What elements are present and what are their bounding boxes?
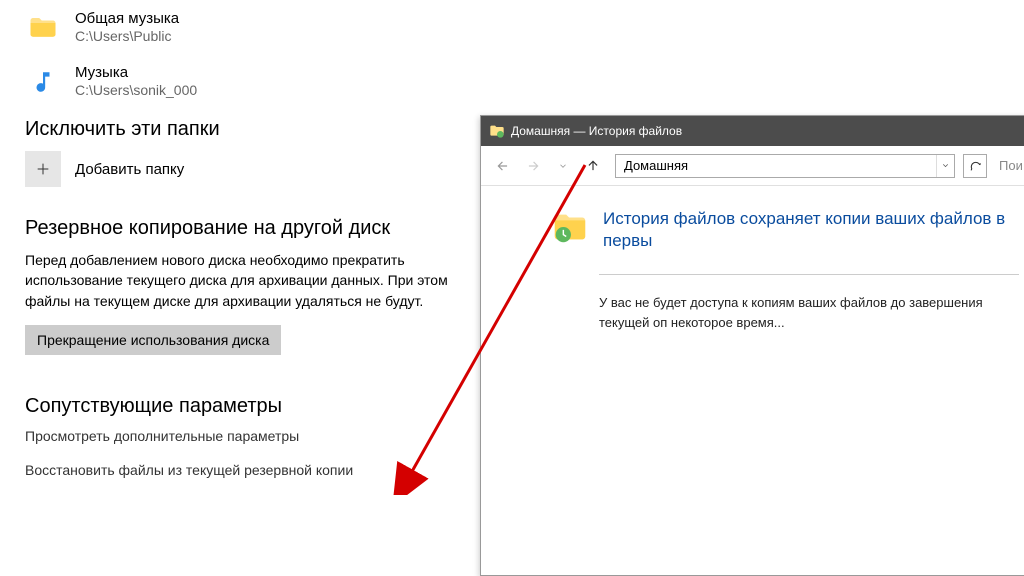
folder-path: C:\Users\Public <box>75 28 179 44</box>
nav-forward-button[interactable] <box>519 152 547 180</box>
exclude-title: Исключить эти папки <box>25 118 485 141</box>
backup-desc: Перед добавлением нового диска необходим… <box>25 250 485 311</box>
file-history-window: Домашняя — История файлов Домашняя Пои <box>480 115 1024 576</box>
folder-name: Музыка <box>75 64 197 81</box>
window-icon <box>489 123 505 139</box>
toolbar: Домашняя Пои <box>481 146 1024 186</box>
file-history-icon <box>551 208 589 246</box>
folder-path: C:\Users\sonik_000 <box>75 82 197 98</box>
backup-title: Резервное копирование на другой диск <box>25 217 485 240</box>
stop-using-disk-button[interactable]: Прекращение использования диска <box>25 325 281 355</box>
nav-recent-dropdown[interactable] <box>549 152 577 180</box>
window-titlebar[interactable]: Домашняя — История файлов <box>481 116 1024 146</box>
add-folder-label: Добавить папку <box>75 161 184 178</box>
window-title: Домашняя — История файлов <box>511 124 682 138</box>
view-advanced-link[interactable]: Просмотреть дополнительные параметры <box>25 428 485 444</box>
address-bar[interactable]: Домашняя <box>615 154 955 178</box>
file-history-message: У вас не будет доступа к копиям ваших фа… <box>599 293 1019 332</box>
related-title: Сопутствующие параметры <box>25 395 485 418</box>
nav-up-button[interactable] <box>579 152 607 180</box>
search-input[interactable]: Пои <box>995 154 1024 178</box>
address-dropdown-icon[interactable] <box>936 155 954 177</box>
address-text: Домашняя <box>616 158 936 173</box>
folder-name: Общая музыка <box>75 10 179 27</box>
nav-back-button[interactable] <box>489 152 517 180</box>
folder-item[interactable]: Музыка C:\Users\sonik_000 <box>25 64 485 100</box>
music-icon <box>25 64 61 100</box>
divider <box>599 274 1019 275</box>
restore-files-link[interactable]: Восстановить файлы из текущей резервной … <box>25 462 485 478</box>
folder-item[interactable]: Общая музыка C:\Users\Public <box>25 10 485 46</box>
folder-icon <box>25 10 61 46</box>
file-history-heading: История файлов сохраняет копии ваших фай… <box>603 208 1019 252</box>
refresh-button[interactable] <box>963 154 987 178</box>
add-folder-button[interactable] <box>25 151 61 187</box>
